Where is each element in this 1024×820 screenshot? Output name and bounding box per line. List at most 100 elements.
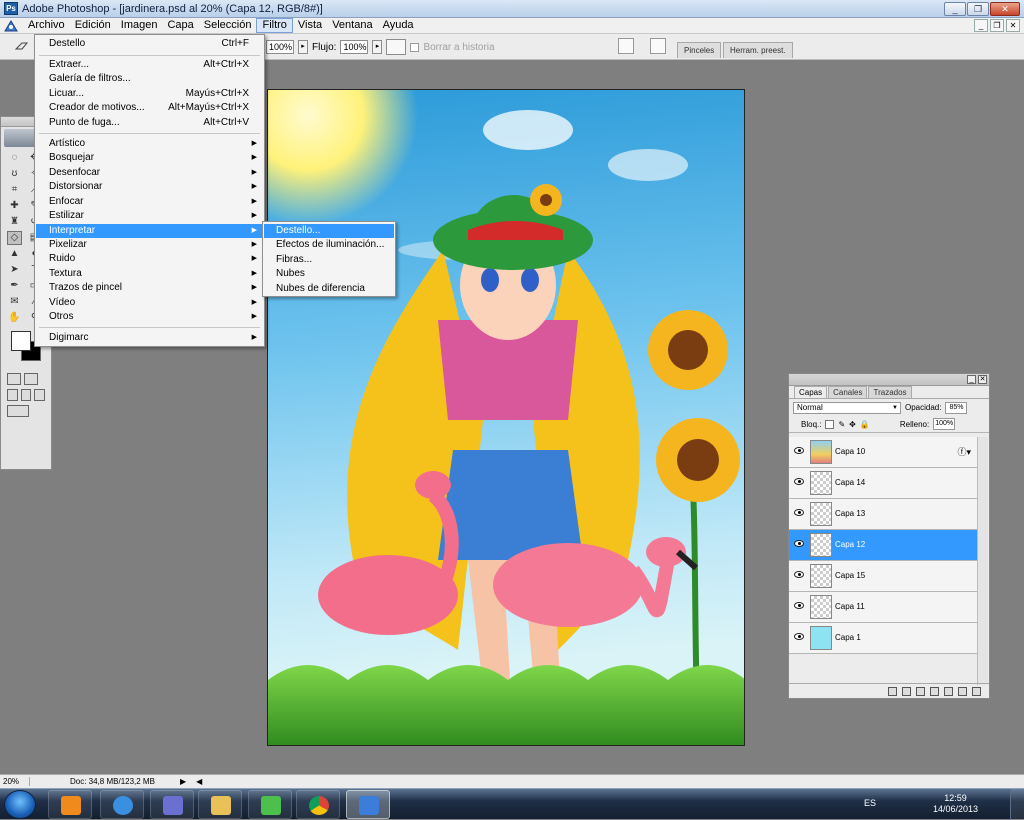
filter-estilizar[interactable]: Estilizar ▶: [36, 209, 263, 223]
visibility-eye-icon[interactable]: [794, 602, 804, 609]
panel-close-button[interactable]: ✕: [978, 375, 987, 384]
submenu-nubes-diferencia[interactable]: Nubes de diferencia: [264, 282, 394, 296]
eraser-tool-icon[interactable]: ◇: [7, 231, 22, 245]
filter-creador-motivos[interactable]: Creador de motivos... Alt+Mayús+Ctrl+X: [36, 101, 263, 115]
healing-brush-tool-icon[interactable]: ✚: [7, 199, 22, 213]
screen-mode-full-menu-icon[interactable]: [20, 389, 32, 401]
start-button[interactable]: [4, 790, 36, 819]
tab-herram-preest[interactable]: Herram. preest.: [723, 42, 793, 58]
taskbar-chrome[interactable]: [296, 790, 340, 819]
layer-opacity-input[interactable]: 85%: [945, 401, 968, 414]
layer-row[interactable]: Capa 15: [789, 561, 977, 592]
filter-ruido[interactable]: Ruido ▶: [36, 252, 263, 266]
standard-mode-icon[interactable]: [7, 373, 21, 385]
menu-capa[interactable]: Capa: [162, 18, 198, 33]
taskbar-explorer[interactable]: [198, 790, 242, 819]
file-browser-icon[interactable]: [650, 38, 666, 54]
submenu-destello[interactable]: Destello...: [264, 224, 394, 238]
panel-minimize-button[interactable]: _: [967, 375, 976, 384]
layer-row-selected[interactable]: Capa 12: [789, 530, 977, 561]
path-selection-tool-icon[interactable]: ➤: [7, 263, 22, 277]
doc-restore-button[interactable]: ❐: [990, 19, 1004, 32]
lock-move-icon[interactable]: ✥: [849, 420, 856, 429]
lock-paint-icon[interactable]: ✎: [838, 420, 845, 429]
flow-input[interactable]: 100%: [340, 40, 369, 54]
filter-punto-fuga[interactable]: Punto de fuga... Alt+Ctrl+V: [36, 116, 263, 130]
taskbar-internet-explorer[interactable]: [100, 790, 144, 819]
lock-all-icon[interactable]: 🔒: [860, 420, 870, 429]
lasso-tool-icon[interactable]: ʊ: [7, 167, 22, 181]
menu-filtro[interactable]: Filtro: [256, 18, 293, 33]
filter-digimarc[interactable]: Digimarc ▶: [36, 331, 263, 345]
doc-minimize-button[interactable]: _: [974, 19, 988, 32]
layer-row[interactable]: Capa 11: [789, 592, 977, 623]
taskbar-media-player[interactable]: [48, 790, 92, 819]
taskbar-app-3[interactable]: [150, 790, 194, 819]
layers-scrollbar[interactable]: [977, 437, 988, 685]
layer-mask-icon[interactable]: [916, 686, 925, 696]
filter-destello-last[interactable]: Destello Ctrl+F: [36, 37, 263, 51]
restore-button[interactable]: ❐: [967, 2, 989, 16]
visibility-eye-icon[interactable]: [794, 447, 804, 454]
doc-close-button[interactable]: ✕: [1006, 19, 1020, 32]
filter-bosquejar[interactable]: Bosquejar ▶: [36, 151, 263, 165]
screen-mode-standard-icon[interactable]: [7, 389, 18, 401]
visibility-eye-icon[interactable]: [794, 571, 804, 578]
new-group-icon[interactable]: [944, 686, 953, 696]
layers-panel-header[interactable]: _ ✕: [789, 374, 989, 386]
opacity-dropdown-arrow[interactable]: ▸: [298, 40, 308, 54]
menu-ayuda[interactable]: Ayuda: [378, 18, 419, 33]
blur-tool-icon[interactable]: ▲: [7, 247, 22, 261]
taskbar-photoshop[interactable]: [346, 790, 390, 819]
document-canvas[interactable]: [267, 89, 745, 746]
language-indicator[interactable]: ES: [864, 798, 876, 808]
visibility-eye-icon[interactable]: [794, 633, 804, 640]
link-layers-icon[interactable]: [888, 686, 897, 696]
blend-mode-select[interactable]: Normal: [793, 401, 901, 414]
filter-trazos-pincel[interactable]: Trazos de pincel ▶: [36, 281, 263, 295]
marquee-tool-icon[interactable]: ◌: [7, 151, 22, 165]
hand-tool-icon[interactable]: ✋: [7, 311, 22, 325]
visibility-eye-icon[interactable]: [794, 509, 804, 516]
crop-tool-icon[interactable]: ⌗: [7, 183, 22, 197]
tab-pinceles[interactable]: Pinceles: [677, 42, 722, 58]
filter-otros[interactable]: Otros ▶: [36, 310, 263, 324]
erase-to-history-checkbox[interactable]: [410, 42, 420, 52]
clone-stamp-tool-icon[interactable]: ♜: [7, 215, 22, 229]
adjustment-layer-icon[interactable]: [930, 686, 939, 696]
layer-row[interactable]: Capa 13: [789, 499, 977, 530]
lock-transparency-icon[interactable]: [825, 419, 835, 429]
clock[interactable]: 12:59 14/06/2013: [933, 793, 978, 815]
filter-licuar[interactable]: Licuar... Mayús+Ctrl+X: [36, 87, 263, 101]
menu-imagen[interactable]: Imagen: [116, 18, 163, 33]
zoom-level[interactable]: 20%: [0, 777, 30, 786]
layer-fill-input[interactable]: 100%: [933, 418, 956, 430]
filter-pixelizar[interactable]: Pixelizar ▶: [36, 238, 263, 252]
filter-galeria[interactable]: Galería de filtros...: [36, 72, 263, 86]
notes-tool-icon[interactable]: ✉: [7, 295, 22, 309]
palette-well-icon[interactable]: [618, 38, 634, 54]
visibility-eye-icon[interactable]: [794, 540, 804, 547]
foreground-color-swatch[interactable]: [11, 331, 31, 351]
new-layer-icon[interactable]: [958, 686, 967, 696]
status-menu-arrow-icon[interactable]: ▶: [180, 777, 186, 786]
filter-desenfocar[interactable]: Desenfocar ▶: [36, 166, 263, 180]
menu-seleccion[interactable]: Selección: [199, 18, 257, 33]
layer-row[interactable]: Capa 10 ⓕ▾: [789, 437, 977, 468]
filter-enfocar[interactable]: Enfocar ▶: [36, 195, 263, 209]
filter-distorsionar[interactable]: Distorsionar ▶: [36, 180, 263, 194]
menu-edicion[interactable]: Edición: [70, 18, 116, 33]
opacity-input[interactable]: 100%: [266, 40, 294, 54]
submenu-efectos-iluminacion[interactable]: Efectos de iluminación...: [264, 238, 394, 252]
filter-interpretar[interactable]: Interpretar ▶: [36, 224, 263, 238]
filter-video[interactable]: Vídeo ▶: [36, 296, 263, 310]
visibility-eye-icon[interactable]: [794, 478, 804, 485]
layer-effects-icon[interactable]: ⓕ▾: [957, 445, 971, 458]
close-button[interactable]: ✕: [990, 2, 1020, 16]
pen-tool-icon[interactable]: ✒: [7, 279, 22, 293]
menu-vista[interactable]: Vista: [293, 18, 327, 33]
taskbar-messenger[interactable]: [248, 790, 292, 819]
filter-artistico[interactable]: Artístico ▶: [36, 137, 263, 151]
filter-textura[interactable]: Textura ▶: [36, 267, 263, 281]
tab-canales[interactable]: Canales: [828, 386, 868, 398]
